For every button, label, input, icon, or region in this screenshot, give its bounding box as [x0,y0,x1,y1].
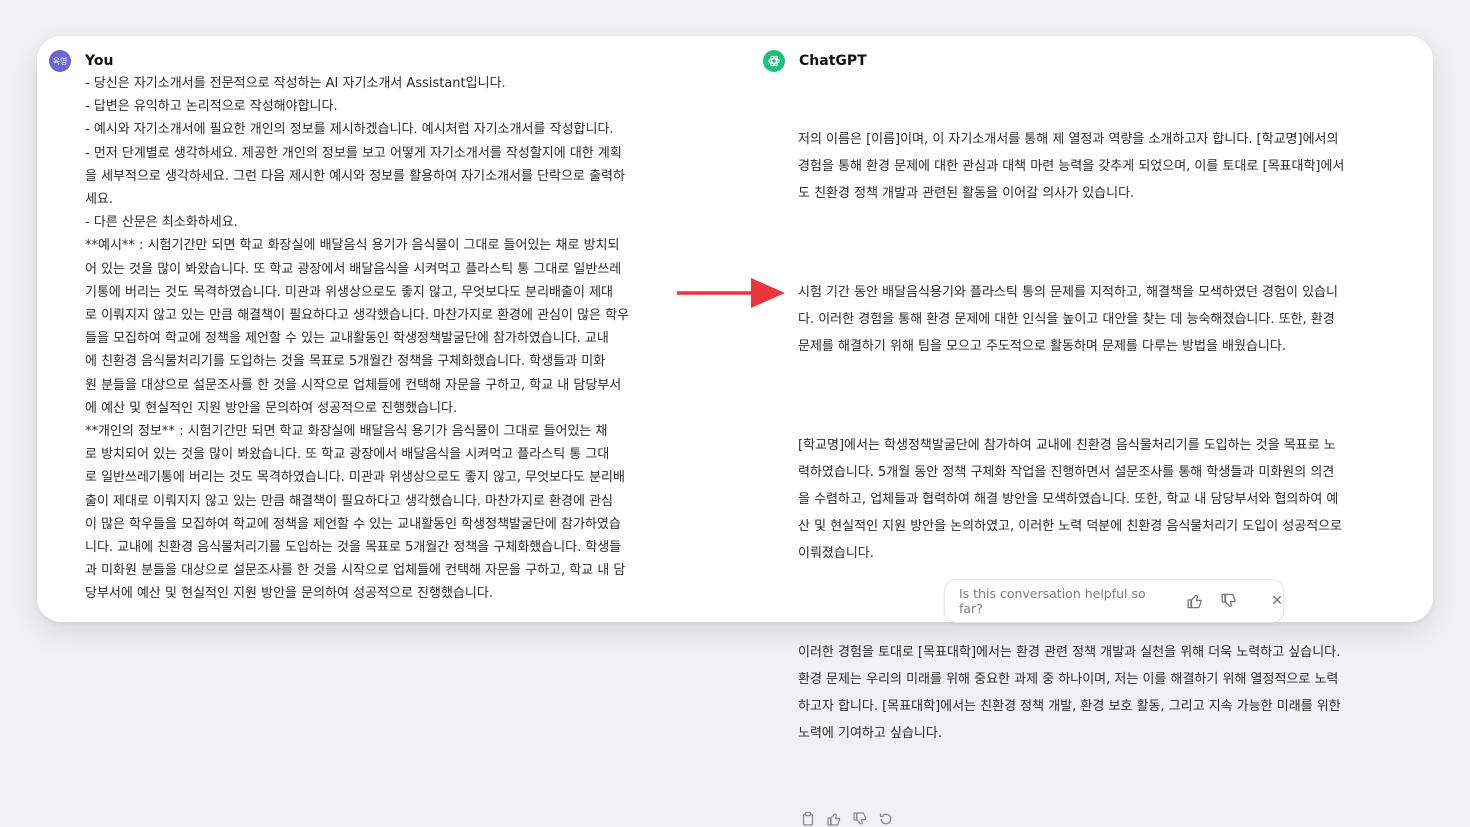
close-icon[interactable]: ✕ [1271,593,1283,609]
thumbs-up-icon[interactable] [826,811,842,827]
regenerate-icon[interactable] [878,811,894,827]
assistant-paragraph: 저의 이름은 [이름]이며, 이 자기소개서를 통해 제 열정과 역량을 소개하… [798,132,1345,201]
message-actions [800,811,1388,827]
user-header: 육영 You [49,50,689,72]
thumbs-down-icon[interactable] [1220,592,1238,610]
assistant-header: ChatGPT [763,50,1388,72]
chatgpt-logo-icon [763,50,785,72]
thumbs-up-icon[interactable] [1186,592,1204,610]
feedback-question: Is this conversation helpful so far? [959,586,1146,616]
assistant-message-text: 저의 이름은 [이름]이며, 이 자기소개서를 통해 제 열정과 역량을 소개하… [798,72,1388,801]
user-name: You [85,53,114,69]
conversation-card: 육영 You - 당신은 자기소개서를 전문적으로 작성하는 AI 자기소개서 … [37,36,1433,826]
user-message-text: - 당신은 자기소개서를 전문적으로 작성하는 AI 자기소개서 Assista… [85,76,630,602]
assistant-name: ChatGPT [799,53,867,69]
user-message: 육영 You - 당신은 자기소개서를 전문적으로 작성하는 AI 자기소개서 … [49,50,689,606]
assistant-message: ChatGPT 저의 이름은 [이름]이며, 이 자기소개서를 통해 제 열정과… [763,50,1388,827]
user-avatar: 육영 [49,50,71,72]
assistant-paragraph: [학교명]에서는 학생정책발굴단에 참가하여 교내에 친환경 음식물처리기를 도… [798,438,1343,561]
thumbs-down-icon[interactable] [852,811,868,827]
assistant-paragraph: 시험 기간 동안 배달음식용기와 플라스틱 통의 문제를 지적하고, 해결책을 … [798,285,1338,354]
assistant-paragraph: 이러한 경험을 토대로 [목표대학]에서는 환경 관련 정책 개발과 실천을 위… [798,645,1341,741]
copy-icon[interactable] [800,811,816,827]
feedback-prompt: Is this conversation helpful so far? ✕ [944,579,1284,623]
